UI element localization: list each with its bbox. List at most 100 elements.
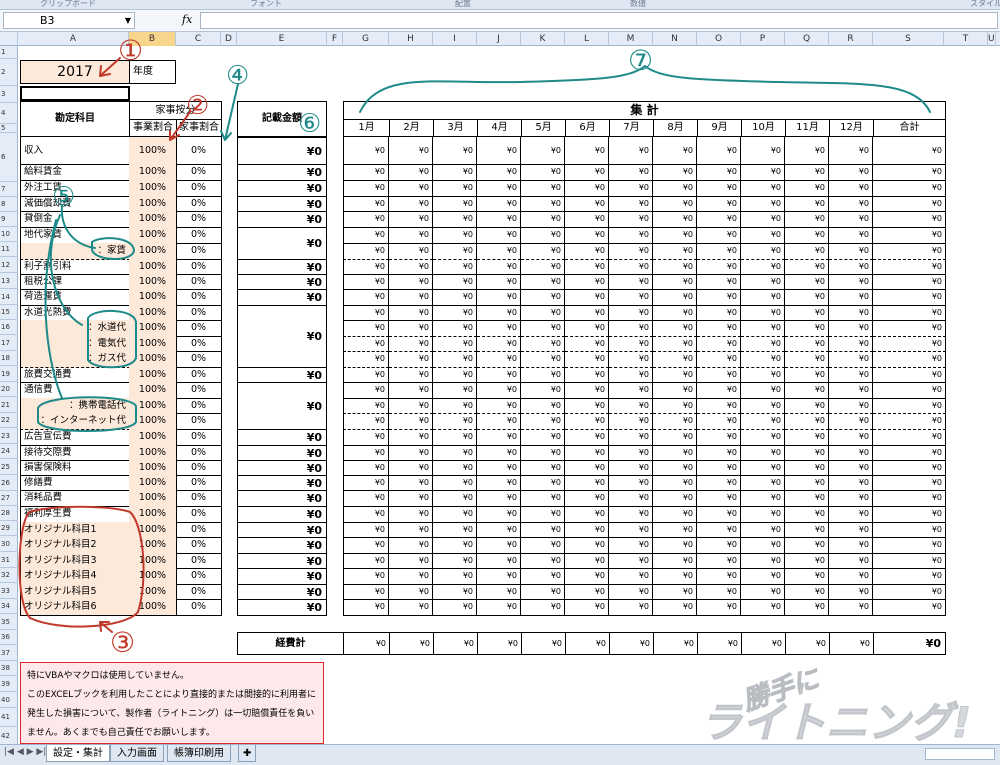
month-value-cell[interactable]: ¥0: [477, 336, 521, 352]
month-value-cell[interactable]: ¥0: [653, 398, 697, 414]
month-value-cell[interactable]: ¥0: [785, 259, 829, 275]
month-value-cell[interactable]: ¥0: [433, 227, 477, 244]
month-value-cell[interactable]: ¥0: [785, 289, 829, 306]
month-value-cell[interactable]: ¥0: [653, 429, 697, 446]
month-value-cell[interactable]: ¥0: [653, 211, 697, 228]
month-value-cell[interactable]: ¥0: [343, 584, 389, 600]
month-value-cell[interactable]: ¥0: [521, 351, 565, 368]
month-value-cell[interactable]: ¥0: [741, 429, 785, 446]
row-total-cell[interactable]: ¥0: [873, 398, 946, 414]
month-value-cell[interactable]: ¥0: [389, 243, 433, 260]
month-value-cell[interactable]: ¥0: [653, 382, 697, 399]
month-value-cell[interactable]: ¥0: [477, 164, 521, 181]
month-value-cell[interactable]: ¥0: [433, 568, 477, 585]
select-all-corner[interactable]: [0, 32, 18, 46]
biz-ratio-cell[interactable]: 100%: [129, 445, 177, 461]
month-value-cell[interactable]: ¥0: [389, 445, 433, 461]
account-name-cell[interactable]: 収入: [20, 137, 130, 165]
home-ratio-cell[interactable]: 0%: [176, 274, 222, 290]
month-value-cell[interactable]: ¥0: [653, 196, 697, 212]
row-header-1[interactable]: 1: [0, 46, 18, 59]
recorded-amount-cell[interactable]: ¥0: [237, 274, 327, 290]
home-ratio-cell[interactable]: 0%: [176, 584, 222, 600]
month-value-cell[interactable]: ¥0: [829, 460, 873, 476]
row-header-26[interactable]: 26: [0, 475, 18, 491]
month-value-cell[interactable]: ¥0: [433, 259, 477, 275]
row-total-cell[interactable]: ¥0: [873, 211, 946, 228]
column-header-t[interactable]: T: [944, 32, 988, 46]
month-value-cell[interactable]: ¥0: [741, 445, 785, 461]
biz-ratio-cell[interactable]: 100%: [129, 522, 177, 538]
month-value-cell[interactable]: ¥0: [697, 413, 741, 430]
home-ratio-cell[interactable]: 0%: [176, 568, 222, 585]
recorded-amount-cell[interactable]: ¥0: [237, 445, 327, 461]
month-value-cell[interactable]: ¥0: [741, 289, 785, 306]
home-ratio-cell[interactable]: 0%: [176, 180, 222, 197]
month-value-cell[interactable]: ¥0: [521, 429, 565, 446]
month-value-cell[interactable]: ¥0: [697, 584, 741, 600]
month-value-cell[interactable]: ¥0: [389, 164, 433, 181]
column-header-n[interactable]: N: [653, 32, 697, 46]
month-value-cell[interactable]: ¥0: [653, 553, 697, 569]
month-value-cell[interactable]: ¥0: [609, 429, 653, 446]
row-header-33[interactable]: 33: [0, 583, 18, 599]
recorded-amount-cell[interactable]: ¥0: [237, 164, 327, 181]
home-ratio-cell[interactable]: 0%: [176, 320, 222, 337]
month-value-cell[interactable]: ¥0: [697, 180, 741, 197]
month-value-cell[interactable]: ¥0: [521, 227, 565, 244]
month-value-cell[interactable]: ¥0: [829, 289, 873, 306]
month-value-cell[interactable]: ¥0: [343, 243, 389, 260]
tab-ledger-print[interactable]: 帳簿印刷用: [167, 745, 231, 762]
recorded-amount-cell[interactable]: ¥0: [237, 490, 327, 507]
month-value-cell[interactable]: ¥0: [785, 599, 829, 616]
month-value-cell[interactable]: ¥0: [521, 568, 565, 585]
month-value-cell[interactable]: ¥0: [697, 522, 741, 538]
account-name-cell[interactable]: 地代家賃: [20, 227, 130, 244]
row-total-cell[interactable]: ¥0: [873, 460, 946, 476]
month-value-cell[interactable]: ¥0: [609, 506, 653, 523]
month-value-cell[interactable]: ¥0: [389, 475, 433, 491]
home-ratio-cell[interactable]: 0%: [176, 506, 222, 523]
month-value-cell[interactable]: ¥0: [521, 320, 565, 337]
month-value-cell[interactable]: ¥0: [697, 568, 741, 585]
month-value-cell[interactable]: ¥0: [565, 351, 609, 368]
biz-ratio-cell[interactable]: 100%: [129, 196, 177, 212]
recorded-amount-cell[interactable]: ¥0: [237, 367, 327, 383]
column-header-l[interactable]: L: [565, 32, 609, 46]
month-value-cell[interactable]: ¥0: [697, 367, 741, 383]
month-value-cell[interactable]: ¥0: [829, 259, 873, 275]
row-header-30[interactable]: 30: [0, 536, 18, 552]
account-name-cell[interactable]: オリジナル科目5: [20, 584, 130, 600]
month-value-cell[interactable]: ¥0: [697, 320, 741, 337]
month-value-cell[interactable]: ¥0: [741, 243, 785, 260]
formula-input[interactable]: [200, 12, 998, 29]
month-value-cell[interactable]: ¥0: [521, 259, 565, 275]
month-value-cell[interactable]: ¥0: [521, 506, 565, 523]
month-value-cell[interactable]: ¥0: [343, 413, 389, 430]
month-value-cell[interactable]: ¥0: [653, 522, 697, 538]
home-ratio-cell[interactable]: 0%: [176, 398, 222, 414]
month-value-cell[interactable]: ¥0: [829, 413, 873, 430]
month-value-cell[interactable]: ¥0: [343, 553, 389, 569]
recorded-amount-cell[interactable]: ¥0: [237, 196, 327, 212]
month-value-cell[interactable]: ¥0: [477, 351, 521, 368]
month-value-cell[interactable]: ¥0: [389, 568, 433, 585]
account-name-cell[interactable]: オリジナル科目2: [20, 537, 130, 554]
month-value-cell[interactable]: ¥0: [653, 506, 697, 523]
month-value-cell[interactable]: ¥0: [477, 506, 521, 523]
tab-input-screen[interactable]: 入力画面: [110, 745, 164, 762]
month-value-cell[interactable]: ¥0: [829, 137, 873, 165]
month-value-cell[interactable]: ¥0: [521, 196, 565, 212]
account-name-cell[interactable]: 損害保険料: [20, 460, 130, 476]
row-header-15[interactable]: 15: [0, 305, 18, 320]
month-value-cell[interactable]: ¥0: [741, 274, 785, 290]
month-value-cell[interactable]: ¥0: [785, 490, 829, 507]
month-value-cell[interactable]: ¥0: [609, 196, 653, 212]
month-value-cell[interactable]: ¥0: [521, 164, 565, 181]
account-name-cell[interactable]: 消耗品費: [20, 490, 130, 507]
month-value-cell[interactable]: ¥0: [829, 274, 873, 290]
recorded-amount-cell[interactable]: ¥0: [237, 180, 327, 197]
month-value-cell[interactable]: ¥0: [565, 180, 609, 197]
month-value-cell[interactable]: ¥0: [741, 522, 785, 538]
column-header-s[interactable]: S: [873, 32, 944, 46]
